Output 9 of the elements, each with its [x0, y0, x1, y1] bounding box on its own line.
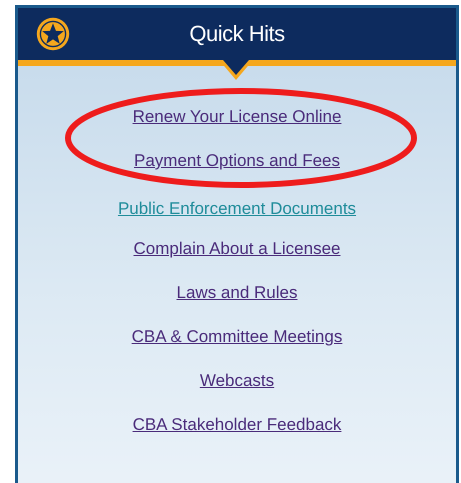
quick-link[interactable]: Webcasts — [200, 370, 274, 391]
quick-link[interactable]: Payment Options and Fees — [134, 150, 340, 171]
quick-link[interactable]: CBA Stakeholder Feedback — [132, 414, 342, 435]
star-badge-icon — [35, 16, 71, 52]
quick-link[interactable]: Complain About a Licensee — [134, 238, 340, 259]
quick-link[interactable]: Renew Your License Online — [132, 106, 342, 127]
panel-title: Quick Hits — [188, 21, 286, 47]
quick-link[interactable]: CBA & Committee Meetings — [132, 326, 342, 347]
quick-link[interactable]: Laws and Rules — [176, 282, 298, 303]
